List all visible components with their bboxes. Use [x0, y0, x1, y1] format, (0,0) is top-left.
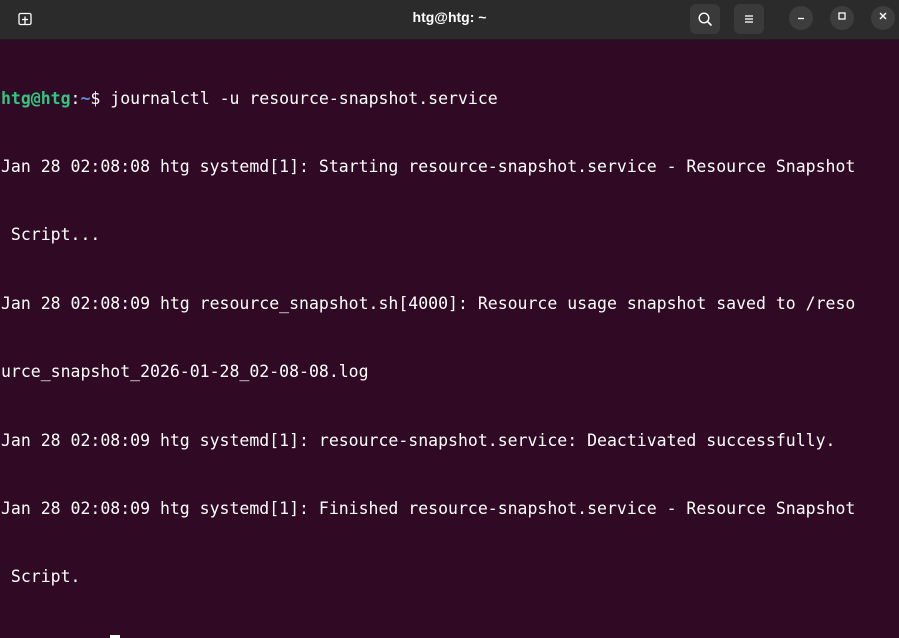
hamburger-menu-icon	[742, 12, 756, 26]
search-button[interactable]	[690, 4, 720, 34]
title-bar[interactable]: htg@htg: ~	[0, 0, 899, 40]
command-text: journalctl -u resource-snapshot.service	[110, 88, 498, 108]
close-button[interactable]	[871, 6, 895, 30]
maximize-icon	[836, 9, 848, 27]
menu-button[interactable]	[734, 4, 764, 34]
prompt-user-host: htg@htg	[1, 88, 71, 108]
minimize-icon	[795, 9, 807, 27]
close-icon	[877, 9, 889, 27]
prompt-path: ~	[80, 88, 91, 108]
search-icon	[697, 11, 713, 27]
new-tab-icon	[17, 11, 33, 27]
prompt-separator: :	[70, 88, 81, 108]
output-line: Jan 28 02:08:09 htg resource_snapshot.sh…	[1, 293, 856, 313]
output-line: Jan 28 02:08:09 htg systemd[1]: resource…	[1, 430, 836, 450]
window-title: htg@htg: ~	[412, 9, 487, 25]
output-line: Jan 28 02:08:08 htg systemd[1]: Starting…	[1, 156, 856, 176]
maximize-button[interactable]	[830, 6, 854, 30]
terminal-window: htg@htg: ~ htg@htg:~$ journalctl -u reso…	[0, 0, 899, 638]
prompt-symbol: $	[90, 88, 111, 108]
output-line: Script.	[1, 567, 81, 587]
minimize-button[interactable]	[789, 6, 813, 30]
output-line: Jan 28 02:08:09 htg systemd[1]: Finished…	[1, 498, 856, 518]
terminal-output[interactable]: htg@htg:~$ journalctl -u resource-snapsh…	[0, 42, 899, 638]
new-tab-button[interactable]	[12, 6, 38, 32]
output-line: urce_snapshot_2026-01-28_02-08-08.log	[1, 362, 369, 382]
output-line: Script...	[1, 225, 101, 245]
command-line: htg@htg:~$ journalctl -u resource-snapsh…	[1, 88, 899, 111]
